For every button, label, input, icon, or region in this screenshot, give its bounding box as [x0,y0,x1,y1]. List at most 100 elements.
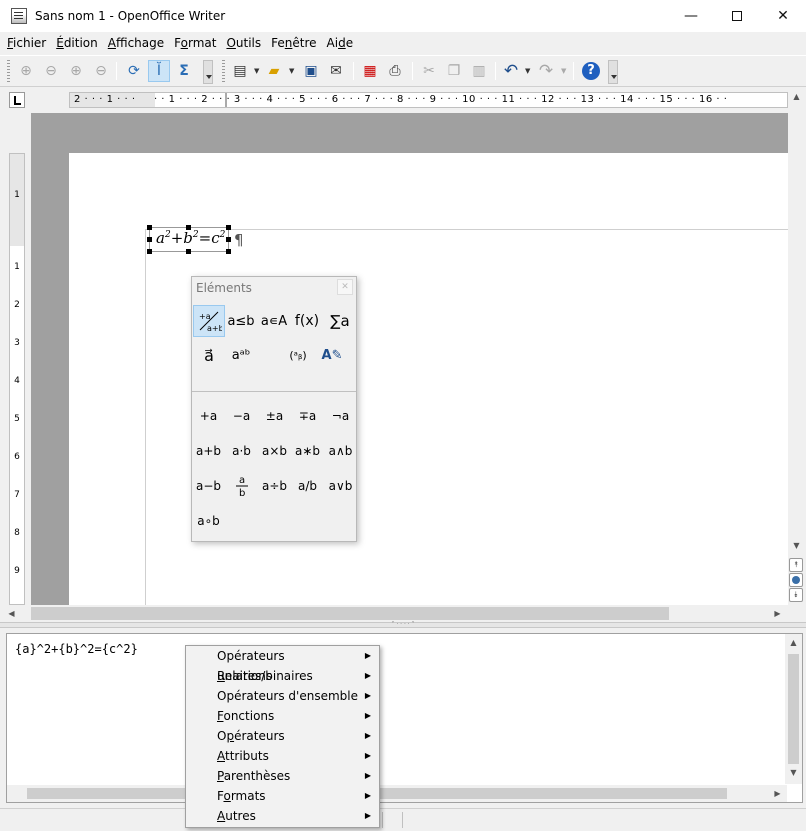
category-formats[interactable]: A✎ [316,339,348,371]
resize-handle[interactable] [147,237,152,242]
ctx-unary-binary-operators[interactable]: Opérateurs unaires/binaires ▶ [186,646,379,683]
scroll-up-button[interactable]: ▲ [785,634,802,651]
close-button[interactable]: ✕ [760,0,806,32]
element-a-slash-b[interactable]: a/b [291,471,324,501]
resize-handle[interactable] [226,237,231,242]
paste-button[interactable]: ▥ [468,60,490,82]
ctx-set-operators[interactable]: Opérateurs d'ensemble ▶ [186,686,379,706]
zoom-page-button[interactable]: ⊖ [90,60,112,82]
new-dropdown-arrow[interactable]: ▼ [254,67,259,75]
symbols-button[interactable]: Σ [173,60,195,82]
menu-fichier[interactable]: Fichier [2,33,51,54]
menu-affichage[interactable]: Affichage [103,33,169,54]
element-not-a[interactable]: ¬a [324,401,357,431]
scroll-up-button[interactable]: ▲ [788,88,805,105]
document-horizontal-scrollbar[interactable]: ◀ ▶ [0,605,788,622]
element-minus-plus-a[interactable]: ∓a [291,401,324,431]
element-a-or-b[interactable]: a∨b [324,471,357,501]
copy-button[interactable]: ❐ [443,60,465,82]
element-a-plus-b[interactable]: a+b [192,436,225,466]
element-a-circ-b[interactable]: a∘b [192,506,225,536]
formula-command-text[interactable]: {a}^2+{b}^2={c^2} [15,642,138,656]
element-minus-a[interactable]: −a [225,401,258,431]
elements-close-button[interactable]: ✕ [337,279,353,295]
undo-button[interactable]: ↶ [500,60,522,82]
undo-dropdown-arrow[interactable]: ▼ [525,67,530,75]
scroll-right-button[interactable]: ▶ [769,605,786,622]
ctx-attributes[interactable]: Attributs ▶ [186,746,379,766]
maximize-button[interactable] [714,0,760,32]
category-others[interactable]: aᵃᵇ [225,339,257,371]
category-relations[interactable]: a≤b [225,305,257,337]
scroll-down-button[interactable]: ▼ [785,764,802,781]
toolbar-grip[interactable] [7,60,10,82]
menu-aide[interactable]: Aide [322,33,359,54]
element-a-cdot-b[interactable]: a·b [225,436,258,466]
document-page[interactable]: a2+b2=c2 ¶ [69,153,788,605]
resize-handle[interactable] [186,249,191,254]
export-pdf-button[interactable]: ▦ [359,60,381,82]
menu-fenetre[interactable]: Fenêtre [266,33,321,54]
zoom-100-button[interactable]: ⊕ [65,60,87,82]
resize-handle[interactable] [226,225,231,230]
command-vertical-scrollbar[interactable]: ▲ ▼ [785,634,802,784]
element-a-div-b[interactable]: a÷b [258,471,291,501]
element-a-minus-b[interactable]: a−b [192,471,225,501]
vertical-scroll-thumb[interactable] [788,654,799,764]
toolbar-overflow-button[interactable] [203,60,213,84]
resize-handle[interactable] [147,225,152,230]
document-vertical-scrollbar[interactable]: ▲ ▼ ⯭ ⯯ [788,88,805,605]
horizontal-ruler[interactable]: 2 · · · 1 · · · · · 1 · · · 2 · · · 3 · … [69,92,788,108]
elements-panel[interactable]: Eléments ✕ +a a+b a≤b a∊A f(x) ∑a a⃗ aᵃᵇ… [191,276,357,542]
formula-cursor-button[interactable]: Ĭ [148,60,170,82]
category-set-operations[interactable]: a∊A [258,305,290,337]
resize-handle[interactable] [147,249,152,254]
print-button[interactable]: ⎙ [384,60,406,82]
category-attributes[interactable]: a⃗ [193,339,225,371]
toolbar-grip[interactable] [222,60,225,82]
scroll-left-button[interactable]: ◀ [3,605,20,622]
formula-object[interactable]: a2+b2=c2 [147,225,231,254]
menu-outils[interactable]: Outils [221,33,266,54]
element-a-ast-b[interactable]: a∗b [291,436,324,466]
ctx-others[interactable]: Autres ▶ [186,806,379,826]
ctx-relations[interactable]: Relations ▶ [186,666,379,686]
previous-page-button[interactable]: ⯭ [789,558,803,572]
resize-handle[interactable] [226,249,231,254]
category-unary-binary-operators[interactable]: +a a+b [193,305,225,337]
vertical-ruler[interactable]: 1 1 2 3 4 5 6 7 8 9 [9,153,25,605]
element-a-and-b[interactable]: a∧b [324,436,357,466]
help-button[interactable]: ? [580,60,602,82]
command-horizontal-scrollbar[interactable]: ▶ [7,785,787,802]
pane-splitter[interactable]: ˅ · · · · ˅ [0,622,806,628]
category-functions[interactable]: f(x) [291,305,323,337]
element-plus-a[interactable]: +a [192,401,225,431]
horizontal-scroll-thumb[interactable] [31,607,669,620]
ctx-formats[interactable]: Formats ▶ [186,786,379,806]
navigation-button[interactable] [789,573,803,587]
ctx-operators[interactable]: Opérateurs ▶ [186,726,379,746]
new-button[interactable]: ▤ [229,60,251,82]
menu-edition[interactable]: Édition [51,33,103,54]
category-brackets[interactable]: (ᵃᵦ) [282,339,314,371]
category-operators[interactable]: ∑a [324,305,356,337]
email-button[interactable]: ✉ [325,60,347,82]
scroll-down-button[interactable]: ▼ [788,537,805,554]
zoom-in-button[interactable]: ⊕ [15,60,37,82]
title-bar[interactable]: Sans nom 1 - OpenOffice Writer — ✕ [0,0,806,32]
open-dropdown-arrow[interactable]: ▼ [289,67,294,75]
save-button[interactable]: ▣ [300,60,322,82]
formula-command-editor[interactable]: {a}^2+{b}^2={c^2} ▲ ▼ ▶ [6,633,803,803]
tab-stop-selector[interactable] [9,92,25,108]
minimize-button[interactable]: — [668,0,714,32]
scroll-right-button[interactable]: ▶ [769,785,786,802]
redo-dropdown-arrow[interactable]: ▼ [561,67,566,75]
toolbar-overflow-button[interactable] [608,60,618,84]
zoom-out-button[interactable]: ⊖ [40,60,62,82]
menu-format[interactable]: Format [169,33,221,54]
document-area[interactable]: a2+b2=c2 ¶ [31,113,788,605]
next-page-button[interactable]: ⯯ [789,588,803,602]
element-plus-minus-a[interactable]: ±a [258,401,291,431]
cut-button[interactable]: ✂ [418,60,440,82]
open-button[interactable]: ▰ [263,60,285,82]
